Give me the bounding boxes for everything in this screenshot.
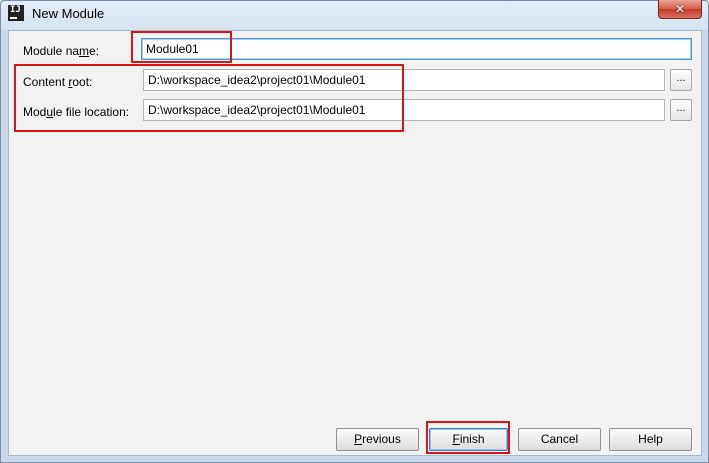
module-file-location-browse-button[interactable]: ... (670, 99, 692, 121)
finish-button[interactable]: Finish (429, 428, 508, 451)
content-root-label: Content root: (23, 75, 93, 89)
previous-button[interactable]: Previous (336, 428, 419, 451)
content-root-browse-button[interactable]: ... (670, 69, 692, 91)
module-name-label: Module name: (23, 44, 100, 58)
close-button[interactable]: ✕ (658, 0, 702, 19)
module-name-input[interactable]: Module01 (141, 38, 692, 60)
module-file-location-input[interactable]: D:\workspace_idea2\project01\Module01 (143, 99, 665, 121)
close-icon: ✕ (674, 2, 686, 16)
content-root-input[interactable]: D:\workspace_idea2\project01\Module01 (143, 69, 665, 91)
help-button[interactable]: Help (609, 428, 692, 451)
title-bar[interactable]: IJ New Module ✕ (1, 0, 708, 29)
cancel-button[interactable]: Cancel (518, 428, 601, 451)
intellij-app-icon: IJ (8, 5, 24, 21)
module-file-location-label: Module file location: (23, 105, 130, 119)
window-title: New Module (32, 6, 105, 21)
new-module-dialog: IJ New Module ✕ Module name: Module01 Co… (0, 0, 709, 463)
dialog-content: Module name: Module01 Content root: D:\w… (8, 30, 702, 456)
